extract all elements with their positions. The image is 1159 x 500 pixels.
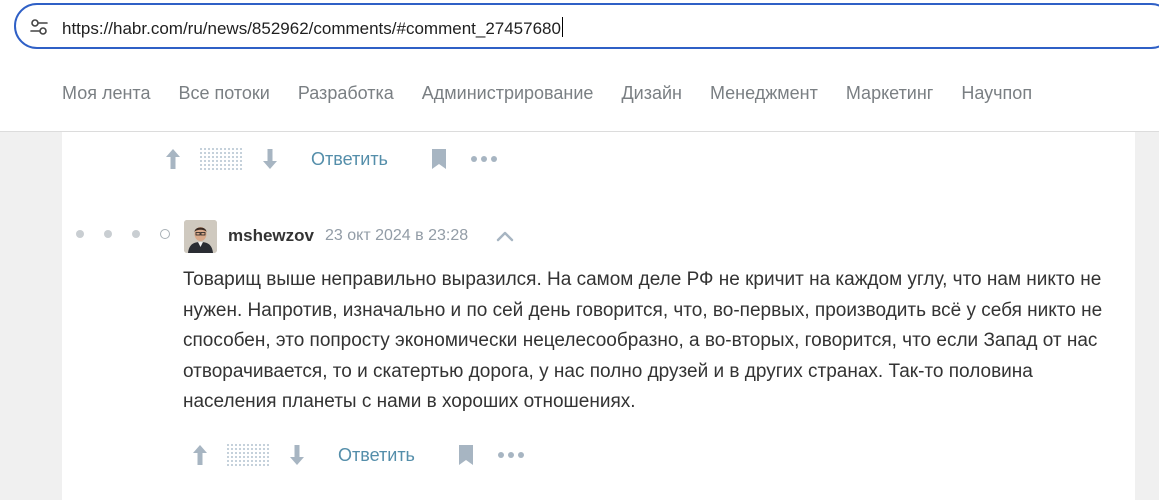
vote-up-icon[interactable] xyxy=(189,442,211,468)
more-options-icon[interactable] xyxy=(497,442,525,468)
nav-item-all-streams[interactable]: Все потоки xyxy=(178,83,269,104)
nav-item-design[interactable]: Дизайн xyxy=(621,83,682,104)
vote-down-icon[interactable] xyxy=(286,442,308,468)
avatar[interactable] xyxy=(184,220,217,253)
text-caret xyxy=(561,17,563,37)
score-hidden-icon xyxy=(200,148,244,170)
bookmark-icon[interactable] xyxy=(455,442,477,468)
thread-dot xyxy=(104,230,112,238)
score-hidden-icon xyxy=(227,444,271,466)
nav-item-development[interactable]: Разработка xyxy=(298,83,394,104)
nav-item-marketing[interactable]: Маркетинг xyxy=(846,83,934,104)
comment-actions: Ответить xyxy=(162,144,498,174)
site-info-icon[interactable] xyxy=(28,16,50,38)
reply-button[interactable]: Ответить xyxy=(338,445,415,466)
comments-section: Ответить mshewzov 23 окт 2024 в 23:28 То… xyxy=(62,132,1135,500)
vote-down-icon[interactable] xyxy=(259,146,281,172)
address-bar[interactable]: https://habr.com/ru/news/852962/comments… xyxy=(14,3,1159,49)
nav-item-management[interactable]: Менеджмент xyxy=(710,83,818,104)
habr-nav: Моя лента Все потоки Разработка Админист… xyxy=(0,54,1159,132)
nav-item-my-feed[interactable]: Моя лента xyxy=(62,83,150,104)
nav-list: Моя лента Все потоки Разработка Админист… xyxy=(62,83,1032,104)
browser-toolbar: https://habr.com/ru/news/852962/comments… xyxy=(0,0,1159,54)
chevron-up-icon[interactable] xyxy=(494,225,516,247)
thread-dot xyxy=(132,230,140,238)
thread-level-indicator xyxy=(76,229,170,239)
comment-text: Товарищ выше неправильно выразился. На с… xyxy=(183,269,1103,412)
thread-dot-current xyxy=(160,229,170,239)
nav-item-popular-science[interactable]: Научпоп xyxy=(961,83,1032,104)
reply-button[interactable]: Ответить xyxy=(311,149,388,170)
comment-actions: Ответить xyxy=(189,440,525,470)
username-link[interactable]: mshewzov xyxy=(228,226,314,246)
comment-header: mshewzov 23 окт 2024 в 23:28 xyxy=(62,218,762,253)
thread-dot xyxy=(76,230,84,238)
comment-timestamp[interactable]: 23 окт 2024 в 23:28 xyxy=(325,227,468,245)
bookmark-icon[interactable] xyxy=(428,146,450,172)
url-text[interactable]: https://habr.com/ru/news/852962/comments… xyxy=(62,17,563,39)
nav-item-administration[interactable]: Администрирование xyxy=(422,83,594,104)
vote-up-icon[interactable] xyxy=(162,146,184,172)
more-options-icon[interactable] xyxy=(470,146,498,172)
